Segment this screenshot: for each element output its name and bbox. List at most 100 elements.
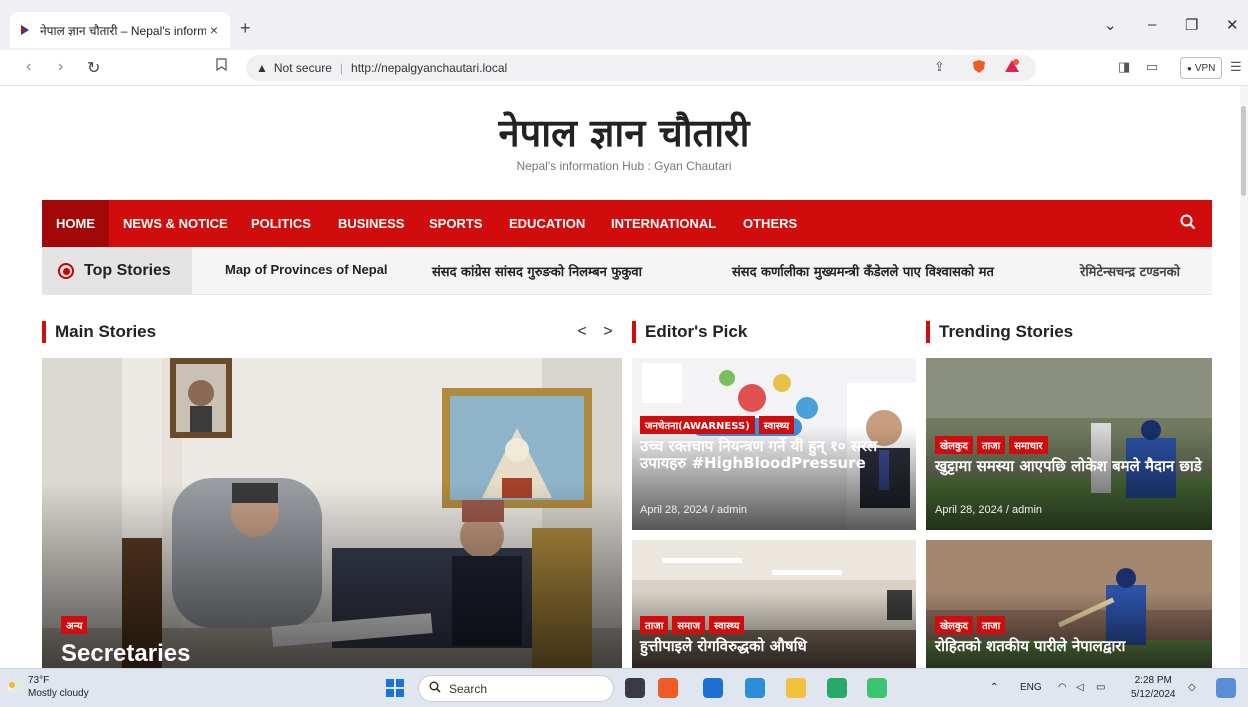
app-icon[interactable] [867, 678, 887, 698]
ticker-item[interactable]: संसद कांग्रेस सांसद गुरुङको निलम्बन फुकु… [432, 262, 642, 280]
search-icon[interactable] [1180, 214, 1196, 235]
taskbar-clock[interactable]: 2:28 PM 5/12/2024 [1131, 674, 1176, 702]
trending-title[interactable]: खुट्टामा समस्या आएपछि लोकेश बमले मैदान छ… [935, 457, 1205, 475]
nav-sports[interactable]: SPORTS [415, 200, 496, 247]
restore-icon[interactable]: ❐ [1185, 16, 1198, 34]
site-title[interactable]: नेपाल ज्ञान चौतारी [0, 106, 1248, 158]
category-badge[interactable]: ताजा [640, 616, 669, 634]
editor-pick-card[interactable]: जनचेतना(AWARNESS) स्वास्थ्य उच्च रक्तचाप… [632, 358, 916, 530]
menu-icon[interactable]: ☰ [1230, 59, 1242, 75]
main-story-card[interactable]: अन्य Secretaries [42, 358, 622, 668]
browser-tab[interactable]: नेपाल ज्ञान चौतारी – Nepal's inform × [10, 12, 230, 48]
editor-pick-card[interactable]: ताजा समाज स्वास्थ्य हुत्तीपाइले रोगविरुद… [632, 540, 916, 668]
heading-accent [926, 321, 930, 343]
trending-meta: April 28, 2024 / admin [935, 504, 1043, 516]
nav-international[interactable]: INTERNATIONAL [597, 200, 730, 247]
category-badge[interactable]: जनचेतना(AWARNESS) [640, 416, 755, 434]
back-icon[interactable]: ‹ [26, 58, 31, 76]
trending-stories-title: Trending Stories [939, 322, 1074, 341]
main-story-categories: अन्य [61, 616, 88, 634]
trending-title[interactable]: रोहितको शतकीय पारीले नेपालद्वारा [935, 637, 1205, 655]
trending-categories: खेलकुद ताजा [935, 616, 1006, 634]
ticker-label-text: Top Stories [84, 262, 171, 279]
sidebar-icon[interactable]: ◨ [1118, 59, 1130, 75]
site-favicon-icon [18, 23, 32, 37]
weather-widget[interactable]: 73°F Mostly cloudy [28, 674, 89, 700]
editor-pick-categories: ताजा समाज स्वास्थ्य [640, 616, 745, 634]
reload-icon[interactable]: ↻ [87, 58, 100, 78]
share-icon[interactable]: ⇪ [934, 59, 945, 75]
main-story-title[interactable]: Secretaries [61, 640, 190, 668]
nav-news-notice[interactable]: NEWS & NOTICE [109, 200, 242, 247]
heading-accent [42, 321, 46, 343]
ticker-item[interactable]: रेमिटेन्सचन्द्र टण्डनको [1080, 262, 1180, 280]
top-stories-ticker: Top Stories Map of Provinces of Nepal सं… [42, 247, 1212, 295]
battery-icon[interactable]: ▭ [1096, 682, 1105, 693]
nav-education[interactable]: EDUCATION [495, 200, 599, 247]
category-badge[interactable]: ताजा [976, 436, 1006, 454]
browser-tab-strip: नेपाल ज्ञान चौतारी – Nepal's inform × + … [0, 0, 1248, 50]
editor-pick-title[interactable]: उच्च रक्तचाप नियन्त्रण गर्ने यी हुन् १० … [640, 437, 910, 473]
category-badge[interactable]: समाचार [1009, 436, 1048, 454]
scrollbar-thumb[interactable] [1241, 106, 1246, 196]
language-indicator[interactable]: ENG [1020, 682, 1042, 693]
category-badge[interactable]: खेलकुद [935, 436, 973, 454]
editor-pick-meta: April 28, 2024 / admin [640, 504, 748, 516]
tab-title: नेपाल ज्ञान चौतारी – Nepal's inform [40, 23, 206, 38]
page-scrollbar[interactable] [1240, 86, 1248, 668]
category-badge[interactable]: स्वास्थ्य [758, 416, 795, 434]
task-view-icon[interactable] [625, 678, 645, 698]
category-badge[interactable]: समाज [672, 616, 706, 634]
app-icon[interactable] [827, 678, 847, 698]
category-badge[interactable]: स्वास्थ्य [709, 616, 745, 634]
address-divider: | [339, 61, 344, 75]
file-explorer-icon[interactable] [786, 678, 806, 698]
wifi-icon[interactable]: ◠ [1058, 682, 1067, 693]
new-tab-button[interactable]: + [240, 18, 251, 39]
notification-bell-icon[interactable]: ◇ [1188, 682, 1196, 693]
site-header: नेपाल ज्ञान चौतारी Nepal's information H… [0, 86, 1248, 200]
brave-browser-icon[interactable] [658, 678, 678, 698]
ticker-item[interactable]: संसद कर्णालीका मुख्यमन्त्री कँडेलले पाए … [732, 262, 994, 280]
tray-chevron-icon[interactable]: ⌃ [990, 682, 998, 693]
editors-pick-heading: Editor's Pick [632, 320, 747, 344]
tab-search-chevron-icon[interactable]: ⌄ [1104, 16, 1117, 34]
bookmark-icon[interactable] [216, 58, 227, 76]
copilot-icon[interactable] [1216, 678, 1236, 698]
tab-close-icon[interactable]: × [206, 22, 222, 38]
vpn-button[interactable]: ● VPN [1180, 57, 1223, 79]
heading-accent [632, 321, 636, 343]
not-secure-label: Not secure [273, 61, 332, 75]
volume-icon[interactable]: ◁ [1076, 682, 1084, 693]
carousel-prev-button[interactable]: < [571, 320, 593, 344]
address-bar[interactable]: ▲ Not secure | http://nepalgyanchautari.… [246, 55, 1036, 81]
windows-start-icon[interactable] [386, 679, 404, 702]
app-icon[interactable] [745, 678, 765, 698]
brave-rewards-icon[interactable] [1004, 59, 1020, 76]
trending-card[interactable]: खेलकुद ताजा रोहितको शतकीय पारीले नेपालद्… [926, 540, 1212, 668]
category-badge[interactable]: ताजा [976, 616, 1006, 634]
editor-pick-title[interactable]: हुत्तीपाइले रोगविरुद्धको औषधि [640, 637, 910, 655]
weather-temp: 73°F [28, 675, 50, 686]
clock-time: 2:28 PM [1134, 675, 1172, 686]
main-stories-heading: Main Stories [42, 320, 156, 344]
category-badge[interactable]: खेलकुद [935, 616, 973, 634]
ticker-item[interactable]: Map of Provinces of Nepal [225, 262, 388, 277]
taskbar-search-label: Search [449, 681, 488, 696]
nav-home[interactable]: HOME [42, 200, 109, 247]
brave-shield-icon[interactable] [972, 59, 986, 77]
app-icon[interactable] [703, 678, 723, 698]
minimize-icon[interactable]: – [1148, 16, 1156, 33]
category-badge[interactable]: अन्य [61, 616, 88, 634]
nav-others[interactable]: OTHERS [729, 200, 811, 247]
forward-icon[interactable]: › [58, 58, 63, 76]
carousel-next-button[interactable]: > [597, 320, 619, 344]
nav-politics[interactable]: POLITICS [237, 200, 325, 247]
url-text: http://nepalgyanchautari.local [351, 61, 508, 75]
taskbar-search[interactable]: Search [418, 675, 614, 702]
close-window-icon[interactable]: ✕ [1226, 16, 1239, 34]
trending-categories: खेलकुद ताजा समाचार [935, 436, 1048, 454]
trending-card[interactable]: खेलकुद ताजा समाचार खुट्टामा समस्या आएपछि… [926, 358, 1212, 530]
wallet-icon[interactable]: ▭ [1146, 59, 1158, 75]
nav-business[interactable]: BUSINESS [324, 200, 418, 247]
